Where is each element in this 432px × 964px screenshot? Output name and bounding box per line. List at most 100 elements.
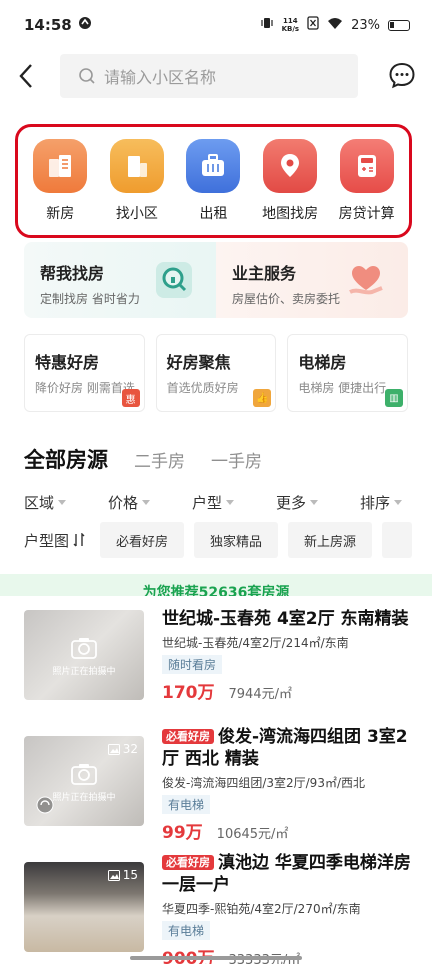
battery-percent: 23% <box>351 17 380 33</box>
chip-new-listing[interactable]: 新上房源 <box>288 522 373 558</box>
thumbs-up-icon: 👍 <box>253 389 272 407</box>
must-see-badge: 必看好房 <box>162 729 214 744</box>
quick-nav-label: 房贷计算 <box>338 206 395 222</box>
tab-new-house[interactable]: 一手房 <box>211 447 262 472</box>
feature-title: 电梯房 <box>298 353 347 372</box>
photo-pending-text: 照片正在拍摄中 <box>52 667 116 677</box>
listing-meta: 俊发-湾流海四组团/3室2厅/93㎡/西北 <box>162 776 365 790</box>
quick-nav-label: 新房 <box>46 206 75 222</box>
community-icon <box>109 139 164 193</box>
listing-meta: 华夏四季-熙铂苑/4室2厅/270㎡/东南 <box>162 902 361 916</box>
search-placeholder: 请输入小区名称 <box>104 68 217 87</box>
home-indicator[interactable] <box>130 956 302 960</box>
quick-nav-new-house[interactable]: 新房 <box>23 139 97 223</box>
owner-service-card[interactable]: 业主服务 房屋估价、卖房委托 <box>216 242 408 318</box>
discount-tag-icon: 惠 <box>121 389 140 407</box>
layout-image-label: 户型图 <box>24 531 70 550</box>
discount-house-card[interactable]: 特惠好房 降价好房 刚需首选 惠 <box>24 334 145 412</box>
tab-all-listings[interactable]: 全部房源 <box>24 444 108 474</box>
quick-nav-find-community[interactable]: 找小区 <box>100 139 174 223</box>
elevator-icon: ▥ <box>385 389 404 407</box>
listing-price: 170万 <box>162 683 215 703</box>
wifi-icon <box>327 17 343 34</box>
focus-house-card[interactable]: 好房聚焦 首选优质好房 👍 <box>155 334 277 412</box>
status-time: 14:58 <box>24 16 72 34</box>
filter-label: 区域 <box>24 494 55 512</box>
listing-card[interactable]: 32 照片正在拍摄中 必看好房 俊发-湾流海四组团 3室2厅 西北 精装 俊发-湾… <box>24 726 420 846</box>
elevator-house-card[interactable]: 电梯房 电梯房 便捷出行 ▥ <box>287 334 409 412</box>
quick-nav-rent[interactable]: 出租 <box>176 139 250 223</box>
feature-title: 特惠好房 <box>35 353 100 372</box>
vr-icon <box>36 796 54 814</box>
listing-card[interactable]: 照片正在拍摄中 世纪城-玉春苑 4室2厅 东南精装 世纪城-玉春苑/4室2厅/2… <box>24 608 420 728</box>
dropdown-arrow-icon <box>394 500 403 505</box>
help-find-house-card[interactable]: 帮我找房 定制找房 省时省力 <box>24 242 216 318</box>
back-arrow-icon <box>19 64 32 88</box>
sim-icon <box>307 16 319 34</box>
building-icon <box>33 139 88 193</box>
filter-label: 更多 <box>276 494 307 512</box>
dropdown-arrow-icon <box>142 500 151 505</box>
filter-label: 排序 <box>360 494 391 512</box>
quick-nav-label: 地图找房 <box>262 206 319 222</box>
quick-nav-label: 出租 <box>199 206 228 222</box>
listing-title-text: 世纪城-玉春苑 4室2厅 东南精装 <box>162 609 409 629</box>
price-row: 900万 33333元/㎡ <box>162 944 420 964</box>
chip-overflow[interactable] <box>382 522 413 558</box>
quick-nav: 新房 找小区 出租 地图找房 房贷计算 <box>15 124 412 238</box>
feature-title: 好房聚焦 <box>166 353 231 372</box>
tag-row: 户型图 必看好房 独家精品 新上房源 <box>24 522 432 558</box>
filter-area[interactable]: 区域 <box>24 492 108 513</box>
listing-card[interactable]: 15 必看好房 滇池边 华夏四季电梯洋房 一层一户 华夏四季-熙铂苑/4室2厅/2… <box>24 852 420 964</box>
filter-label: 户型 <box>192 494 223 512</box>
listing-title: 世纪城-玉春苑 4室2厅 东南精装 <box>162 608 420 630</box>
must-see-badge: 必看好房 <box>162 855 214 870</box>
image-icon <box>107 869 120 881</box>
photo-count: 32 <box>107 742 138 756</box>
status-right: 114 KB/s 23% <box>260 16 410 34</box>
listing-tag: 随时看房 <box>162 655 223 674</box>
filter-more[interactable]: 更多 <box>276 492 360 513</box>
listing-unit-price: 7944元/㎡ <box>228 687 292 702</box>
dropdown-arrow-icon <box>310 500 319 505</box>
speed-value: 114 <box>283 17 298 25</box>
search-icon <box>79 68 95 84</box>
quick-nav-label: 找小区 <box>115 206 158 222</box>
message-button[interactable] <box>388 61 418 91</box>
dropdown-arrow-icon <box>226 500 235 505</box>
filter-label: 价格 <box>108 494 139 512</box>
listing-title: 必看好房 滇池边 华夏四季电梯洋房 一层一户 <box>162 852 420 896</box>
map-pin-icon <box>263 139 318 193</box>
quick-nav-map[interactable]: 地图找房 <box>253 139 327 223</box>
calculator-icon <box>339 139 394 193</box>
sort-toggle-icon <box>73 533 85 547</box>
dropdown-arrow-icon <box>58 500 67 505</box>
chip-exclusive[interactable]: 独家精品 <box>194 522 279 558</box>
quick-nav-mortgage[interactable]: 房贷计算 <box>330 139 404 223</box>
search-house-icon <box>152 258 196 306</box>
tab-second-hand[interactable]: 二手房 <box>134 447 185 472</box>
camera-icon <box>71 638 97 659</box>
photo-count: 15 <box>107 868 138 882</box>
filter-sort[interactable]: 排序 <box>360 492 403 513</box>
listing-photo: 照片正在拍摄中 <box>24 610 144 700</box>
filter-price[interactable]: 价格 <box>108 492 192 513</box>
source-tabs: 全部房源 二手房 一手房 <box>24 444 262 474</box>
layout-image-filter[interactable]: 户型图 <box>24 530 90 551</box>
search-row: 请输入小区名称 <box>0 50 432 102</box>
listing-photo: 32 照片正在拍摄中 <box>24 736 144 826</box>
filter-layout[interactable]: 户型 <box>192 492 276 513</box>
listing-info: 必看好房 滇池边 华夏四季电梯洋房 一层一户 华夏四季-熙铂苑/4室2厅/270㎡… <box>162 852 420 964</box>
sync-icon <box>78 16 92 34</box>
camera-icon <box>71 764 97 785</box>
listing-meta: 世纪城-玉春苑/4室2厅/214㎡/东南 <box>162 636 349 650</box>
search-input[interactable]: 请输入小区名称 <box>60 54 358 98</box>
network-speed: 114 KB/s <box>282 17 299 33</box>
listing-price: 900万 <box>162 944 215 964</box>
image-icon <box>107 743 120 755</box>
listing-info: 世纪城-玉春苑 4室2厅 东南精装 世纪城-玉春苑/4室2厅/214㎡/东南 随… <box>162 608 420 728</box>
back-button[interactable] <box>18 56 48 96</box>
listing-price: 99万 <box>162 823 203 843</box>
price-row: 170万 7944元/㎡ <box>162 678 420 703</box>
chip-must-see[interactable]: 必看好房 <box>100 522 185 558</box>
